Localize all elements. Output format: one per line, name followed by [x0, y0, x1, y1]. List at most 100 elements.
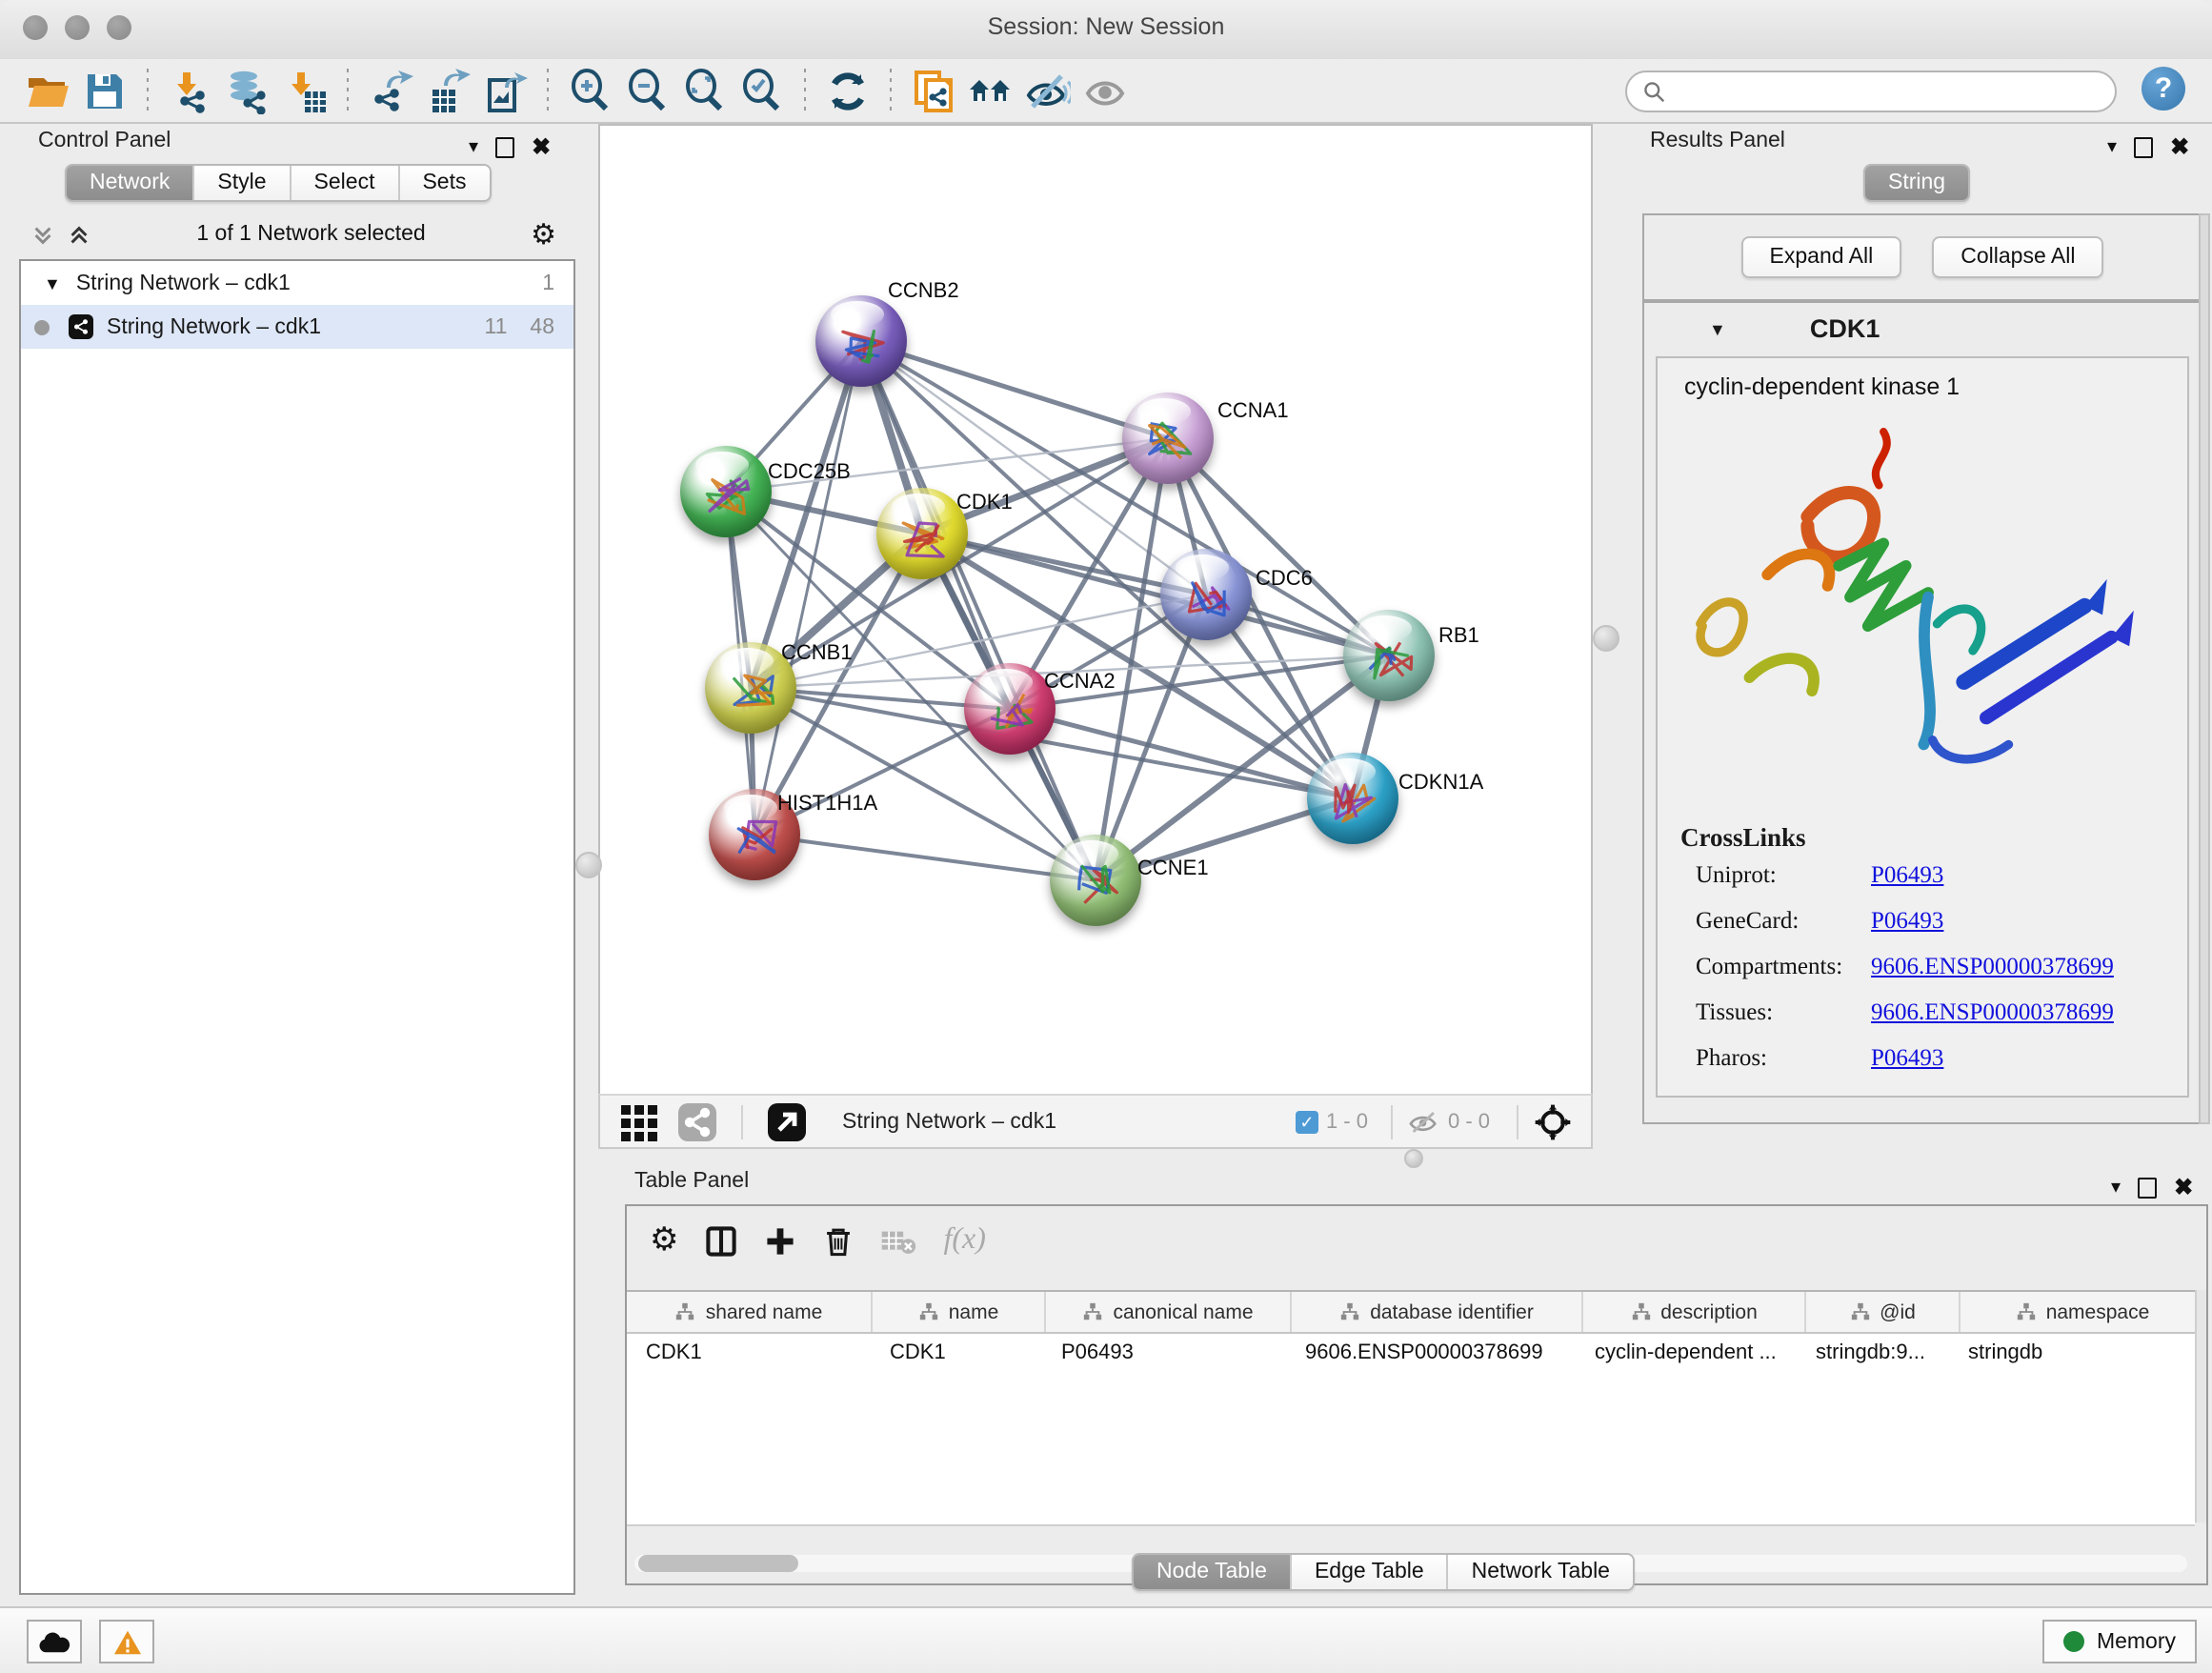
search-field[interactable]: [1625, 71, 2117, 112]
delete-table-icon[interactable]: [881, 1226, 917, 1255]
table-cell[interactable]: P06493: [1042, 1334, 1286, 1372]
column-header-database-identifier[interactable]: database identifier: [1292, 1292, 1583, 1332]
collapse-all-button[interactable]: Collapse All: [1932, 236, 2103, 278]
close-panel-icon[interactable]: ✖: [532, 133, 551, 160]
network-options-gear-icon[interactable]: ⚙: [531, 217, 556, 252]
node-CDC25B[interactable]: [680, 446, 772, 537]
crosslink-link[interactable]: P06493: [1871, 861, 1943, 890]
close-panel-icon[interactable]: ✖: [2170, 133, 2189, 160]
import-table-icon[interactable]: [280, 66, 330, 115]
apply-layout-icon[interactable]: [823, 66, 873, 115]
table-settings-gear-icon[interactable]: ⚙: [650, 1221, 679, 1260]
column-header-shared-name[interactable]: shared name: [627, 1292, 873, 1332]
export-image-icon[interactable]: [480, 66, 530, 115]
tab-network-table[interactable]: Network Table: [1447, 1555, 1633, 1589]
export-table-icon[interactable]: [423, 66, 473, 115]
column-header-namespace[interactable]: namespace: [1961, 1292, 2195, 1332]
float-panel-icon[interactable]: [2134, 136, 2153, 157]
node-CCNB2[interactable]: [815, 295, 907, 387]
import-network-database-icon[interactable]: [223, 66, 272, 115]
expand-all-icon[interactable]: [67, 222, 91, 247]
grid-view-icon[interactable]: [615, 1097, 665, 1146]
right-splitter-handle[interactable]: [1593, 625, 1619, 652]
hide-selected-icon[interactable]: [1023, 66, 1073, 115]
first-neighbors-icon[interactable]: [966, 66, 1016, 115]
network-canvas[interactable]: CCNB2CCNA1CDC25BCDK1CDC6RB1CCNB1CCNA2CDK…: [598, 124, 1593, 1098]
open-session-icon[interactable]: [23, 66, 72, 115]
node-CCNA1[interactable]: [1122, 393, 1214, 484]
close-panel-icon[interactable]: ✖: [2174, 1174, 2193, 1200]
search-input[interactable]: [1665, 78, 2054, 105]
tab-string[interactable]: String: [1865, 166, 1968, 200]
horizontal-splitter-handle[interactable]: [1404, 1149, 1423, 1168]
expand-all-button[interactable]: Expand All: [1741, 236, 1902, 278]
table-cell[interactable]: 9606.ENSP00000378699: [1286, 1334, 1576, 1372]
function-builder-icon[interactable]: f(x): [944, 1223, 986, 1258]
float-panel-icon[interactable]: [495, 136, 514, 157]
crosslink-link[interactable]: P06493: [1871, 907, 1943, 936]
table-cell[interactable]: stringdb: [1949, 1334, 2193, 1372]
column-header-name[interactable]: name: [873, 1292, 1046, 1332]
tab-node-table[interactable]: Node Table: [1134, 1555, 1290, 1589]
node-CDC6[interactable]: [1160, 549, 1252, 640]
crosslink-link[interactable]: P06493: [1871, 1044, 1943, 1073]
tab-style[interactable]: Style: [192, 166, 289, 200]
cloud-button[interactable]: [27, 1620, 82, 1663]
tab-sets[interactable]: Sets: [397, 166, 489, 200]
node-RB1[interactable]: [1343, 610, 1435, 701]
edge-CDK1-RB1[interactable]: [922, 534, 1389, 655]
tab-network[interactable]: Network: [67, 166, 192, 200]
birdseye-crosshair-icon[interactable]: [1534, 1102, 1572, 1140]
node-CDK1[interactable]: [876, 488, 968, 579]
zoom-selected-icon[interactable]: [737, 66, 787, 115]
column-header-description[interactable]: description: [1583, 1292, 1806, 1332]
tab-select[interactable]: Select: [290, 166, 398, 200]
network-row[interactable]: String Network – cdk1 1148: [21, 305, 573, 349]
clone-network-icon[interactable]: [909, 66, 958, 115]
table-cell[interactable]: CDK1: [627, 1334, 871, 1372]
gene-expand-icon[interactable]: ▼: [1709, 319, 1726, 338]
edge-CCNB2-HIST1H1A[interactable]: [754, 341, 861, 835]
collection-expand-icon[interactable]: ▼: [44, 273, 61, 292]
collapse-panel-icon[interactable]: ▾: [469, 136, 478, 157]
column-header-@id[interactable]: @id: [1806, 1292, 1961, 1332]
zoom-out-icon[interactable]: [623, 66, 673, 115]
table-cell[interactable]: stringdb:9...: [1797, 1334, 1949, 1372]
crosslink-link[interactable]: 9606.ENSP00000378699: [1871, 953, 2114, 981]
collapse-panel-icon[interactable]: ▾: [2111, 1177, 2121, 1198]
zoom-in-icon[interactable]: [566, 66, 615, 115]
delete-column-icon[interactable]: [824, 1224, 855, 1257]
memory-button[interactable]: Memory: [2043, 1620, 2197, 1663]
show-columns-icon[interactable]: [706, 1224, 738, 1257]
table-cell[interactable]: cyclin-dependent ...: [1576, 1334, 1797, 1372]
left-splitter-handle[interactable]: [575, 852, 602, 878]
collapse-panel-icon[interactable]: ▾: [2107, 136, 2117, 157]
network-view-icon[interactable]: [673, 1097, 722, 1146]
import-network-icon[interactable]: [166, 66, 215, 115]
results-panel-scrollbar[interactable]: [2199, 213, 2210, 1124]
warnings-button[interactable]: [99, 1620, 154, 1663]
network-collection-row[interactable]: ▼ String Network – cdk1 1: [21, 261, 573, 305]
zoom-fit-icon[interactable]: [680, 66, 730, 115]
crosslink-link[interactable]: 9606.ENSP00000378699: [1871, 998, 2114, 1027]
node-CCNE1[interactable]: [1050, 835, 1141, 926]
gene-header[interactable]: ▼ CDK1: [1644, 303, 2201, 354]
export-network-icon[interactable]: [366, 66, 415, 115]
table-cell[interactable]: CDK1: [871, 1334, 1042, 1372]
node-CDKN1A[interactable]: [1307, 753, 1398, 844]
table-row[interactable]: CDK1CDK1P064939606.ENSP00000378699cyclin…: [627, 1334, 2195, 1372]
float-panel-icon[interactable]: [2138, 1177, 2157, 1198]
edge-CCNB2-CCNE1[interactable]: [861, 341, 1096, 880]
detach-view-icon[interactable]: [762, 1097, 812, 1146]
selected-checkbox-icon[interactable]: ✓: [1296, 1110, 1318, 1133]
help-button[interactable]: ?: [2142, 67, 2185, 111]
table-vertical-scrollbar[interactable]: [2195, 1290, 2206, 1522]
add-column-icon[interactable]: [765, 1224, 797, 1257]
tab-edge-table[interactable]: Edge Table: [1290, 1555, 1447, 1589]
column-header-canonical-name[interactable]: canonical name: [1046, 1292, 1292, 1332]
save-session-icon[interactable]: [80, 66, 130, 115]
scrollbar-thumb[interactable]: [638, 1555, 798, 1572]
edge-HIST1H1A-CCNE1[interactable]: [754, 835, 1096, 880]
show-all-icon[interactable]: [1080, 66, 1130, 115]
node-CCNA2[interactable]: [964, 663, 1056, 755]
